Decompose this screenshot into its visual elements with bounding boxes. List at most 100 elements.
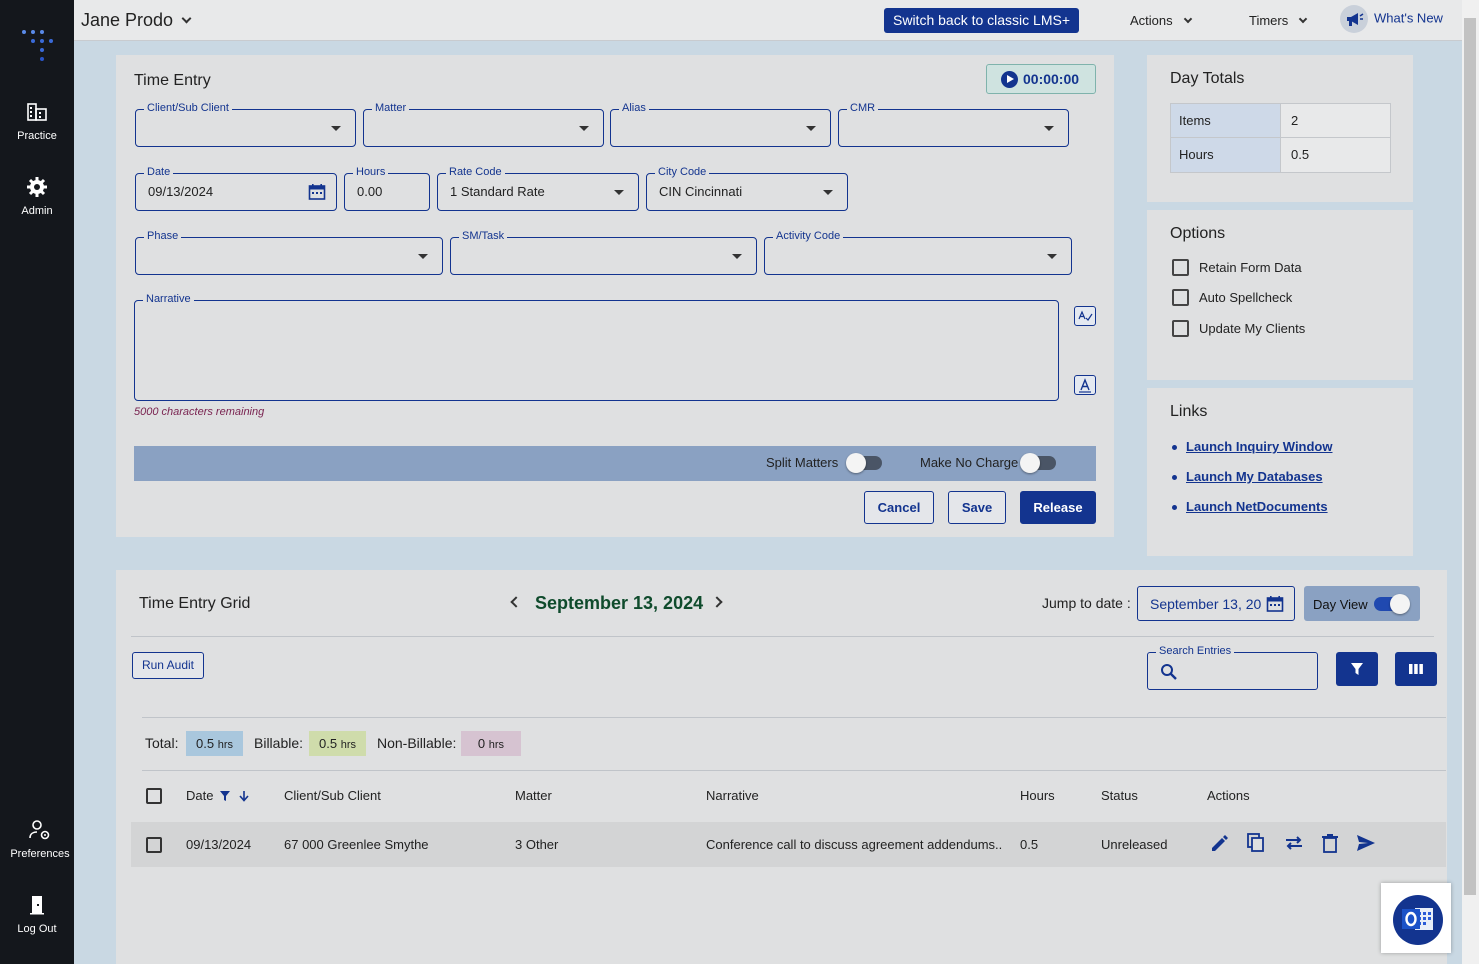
rate-code-field[interactable]: Rate Code 1 Standard Rate (437, 166, 639, 211)
outlook-widget[interactable] (1381, 883, 1451, 953)
user-menu[interactable]: Jane Prodo (81, 10, 192, 31)
phase-field[interactable]: Phase (135, 230, 443, 275)
date-field[interactable]: Date 09/13/2024 (135, 166, 337, 211)
app-logo[interactable] (22, 26, 54, 61)
actions-menu-label: Actions (1130, 13, 1173, 28)
filter-icon[interactable] (219, 790, 231, 802)
matter-field[interactable]: Matter (363, 102, 604, 147)
filter-button[interactable] (1336, 652, 1378, 686)
field-label: Rate Code (446, 166, 505, 179)
dropdown-caret-icon (418, 254, 428, 259)
column-header-date[interactable]: Date (186, 788, 250, 803)
select-all-checkbox[interactable] (146, 788, 162, 804)
release-button[interactable]: Release (1020, 491, 1096, 524)
hours-field[interactable]: Hours 0.00 (344, 166, 430, 211)
total-label: Total: (145, 735, 179, 751)
timers-menu[interactable]: Timers (1249, 13, 1308, 28)
grid-title: Time Entry Grid (139, 595, 251, 612)
auto-spellcheck-option[interactable]: Auto Spellcheck (1172, 289, 1293, 307)
column-header-client[interactable]: Client/Sub Client (284, 788, 381, 803)
calendar-icon[interactable] (308, 183, 326, 201)
activity-code-field[interactable]: Activity Code (764, 230, 1072, 275)
save-button[interactable]: Save (948, 491, 1006, 524)
make-no-charge-label: Make No Charge (920, 455, 1019, 470)
sm-task-field[interactable]: SM/Task (450, 230, 757, 275)
links-title: Links (1170, 403, 1208, 420)
timers-menu-label: Timers (1249, 13, 1289, 28)
dropdown-caret-icon (806, 126, 816, 131)
narrative-textarea[interactable]: Narrative (134, 293, 1059, 401)
split-matters-toggle[interactable] (846, 453, 882, 473)
dropdown-caret-icon (823, 190, 833, 195)
update-my-clients-option[interactable]: Update My Clients (1172, 320, 1306, 338)
timer-value: 00:00:00 (1023, 71, 1080, 87)
sidebar-item-logout[interactable]: Log Out (0, 893, 74, 935)
non-billable-unit: hrs (488, 739, 505, 751)
columns-button[interactable] (1395, 652, 1437, 686)
jump-to-date-input[interactable]: September 13, 2024 (1137, 586, 1295, 621)
sidebar-item-admin[interactable]: Admin (0, 175, 74, 217)
sidebar: Practice Admin Preferences Log Out (0, 0, 74, 964)
day-view-toggle[interactable] (1374, 594, 1410, 614)
row-checkbox[interactable] (146, 837, 162, 853)
checkbox[interactable] (1172, 320, 1189, 338)
client-field[interactable]: Client/Sub Client (135, 102, 356, 147)
spellcheck-icon[interactable] (1074, 306, 1096, 326)
retain-form-data-option[interactable]: Retain Form Data (1172, 259, 1302, 277)
table-row: Hours 0.5 (1171, 138, 1390, 172)
run-audit-button[interactable]: Run Audit (132, 652, 204, 679)
launch-databases-link[interactable]: Launch My Databases (1170, 469, 1333, 499)
transfer-icon[interactable] (1283, 832, 1305, 854)
whats-new-link[interactable]: What's New (1340, 5, 1443, 33)
option-label: Auto Spellcheck (1199, 290, 1293, 305)
option-label: Update My Clients (1199, 321, 1306, 336)
alias-field[interactable]: Alias (610, 102, 831, 147)
cmr-field[interactable]: CMR (838, 102, 1069, 147)
edit-icon[interactable] (1209, 832, 1231, 854)
delete-icon[interactable] (1319, 832, 1341, 854)
field-value: 09/13/2024 (148, 184, 214, 199)
scrollbar-thumb[interactable] (1464, 18, 1476, 895)
column-header-hours[interactable]: Hours (1020, 788, 1055, 803)
row-hours: 0.5 (1020, 837, 1039, 852)
field-label: Date (144, 166, 174, 179)
day-totals-title: Day Totals (1170, 70, 1245, 87)
launch-inquiry-link[interactable]: Launch Inquiry Window (1170, 439, 1333, 469)
billable-label: Billable: (254, 735, 304, 751)
make-no-charge-toggle[interactable] (1020, 453, 1056, 473)
calendar-icon[interactable] (1266, 595, 1284, 613)
total-unit: hrs (217, 739, 233, 751)
totals-value: 2 (1281, 104, 1390, 137)
font-format-icon[interactable] (1074, 375, 1096, 395)
checkbox[interactable] (1172, 259, 1189, 277)
column-header-label: Date (186, 788, 214, 803)
column-header-narrative[interactable]: Narrative (706, 788, 759, 803)
user-gear-icon (29, 820, 50, 840)
total-pill: 0.5 hrs (186, 731, 243, 756)
column-header-status[interactable]: Status (1101, 788, 1138, 803)
top-bar: Jane Prodo Switch back to classic LMS+ A… (74, 0, 1462, 41)
checkbox[interactable] (1172, 289, 1189, 307)
switch-classic-button[interactable]: Switch back to classic LMS+ (884, 8, 1080, 33)
totals-key: Items (1171, 104, 1281, 137)
cancel-button[interactable]: Cancel (864, 491, 934, 524)
timer-button[interactable]: 00:00:00 (986, 64, 1096, 94)
sidebar-item-preferences[interactable]: Preferences (3, 818, 77, 860)
search-entries-input[interactable]: Search Entries (1147, 645, 1318, 690)
sort-down-icon[interactable] (238, 790, 250, 802)
sidebar-item-practice[interactable]: Practice (0, 100, 74, 142)
grid-current-date: September 13, 2024 (535, 593, 704, 613)
page-scrollbar[interactable] (1462, 0, 1479, 964)
play-icon (1001, 71, 1018, 88)
options-title: Options (1170, 225, 1226, 242)
city-code-field[interactable]: City Code CIN Cincinnati (646, 166, 848, 211)
user-name: Jane Prodo (81, 10, 174, 30)
chevron-down-icon (181, 13, 192, 24)
sidebar-item-label: Preferences (10, 848, 70, 860)
column-header-matter[interactable]: Matter (515, 788, 552, 803)
launch-netdocuments-link[interactable]: Launch NetDocuments (1170, 499, 1333, 529)
send-icon[interactable] (1355, 832, 1377, 854)
copy-icon[interactable] (1245, 832, 1267, 854)
field-label: Client/Sub Client (144, 102, 232, 115)
actions-menu[interactable]: Actions (1130, 13, 1192, 28)
